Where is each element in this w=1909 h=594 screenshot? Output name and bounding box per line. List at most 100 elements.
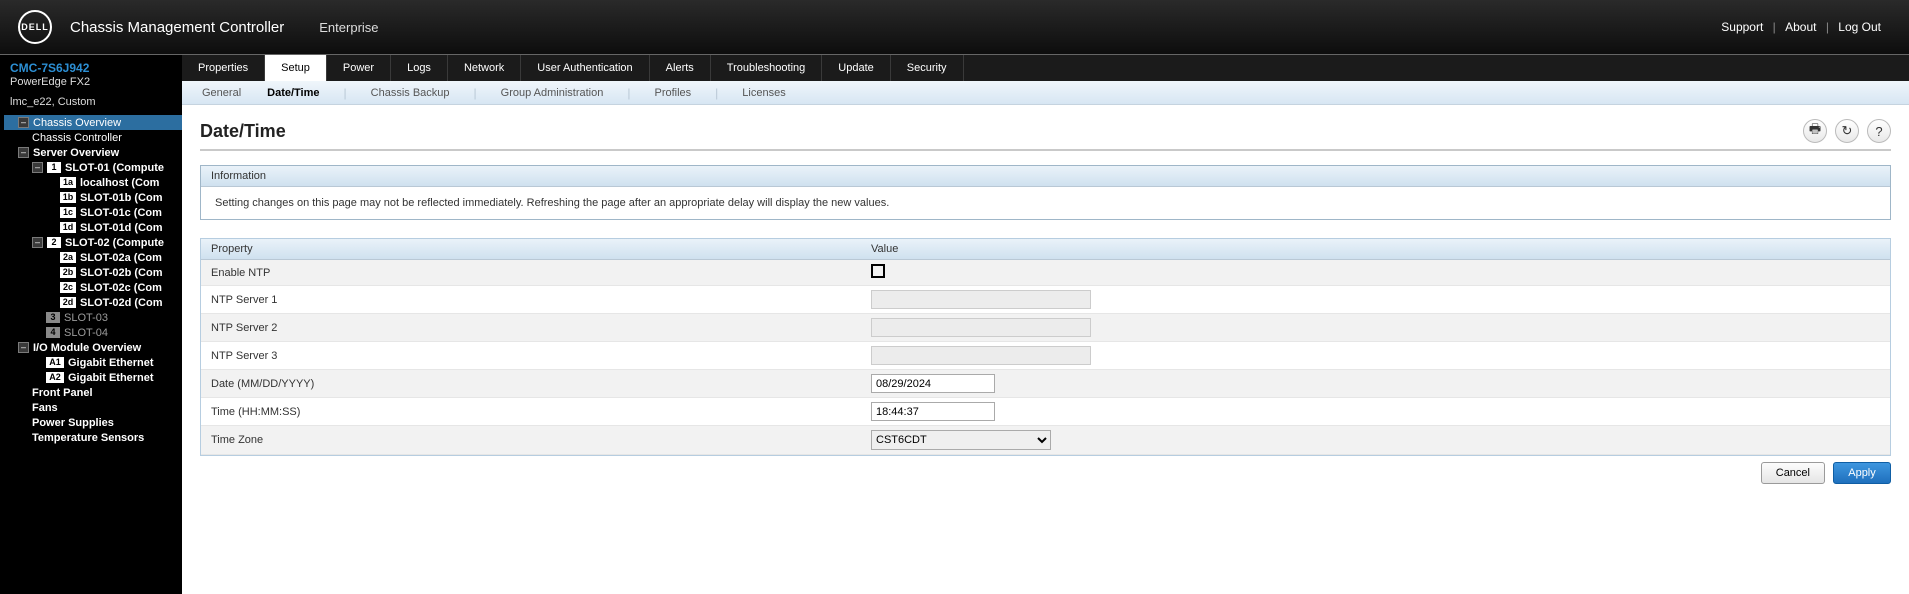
tree-slot-04[interactable]: 4SLOT-04 — [4, 325, 182, 340]
subslot-id: 2a — [60, 252, 76, 263]
io-id: A1 — [46, 357, 64, 368]
subslot-id: 2d — [60, 297, 76, 308]
subtab-chassis-backup[interactable]: Chassis Backup — [369, 87, 452, 99]
tab-alerts[interactable]: Alerts — [650, 55, 711, 81]
col-value: Value — [861, 239, 1890, 259]
system-model: PowerEdge FX2 — [0, 75, 182, 95]
tree-io-a2[interactable]: A2Gigabit Ethernet — [4, 370, 182, 385]
tree-label: Gigabit Ethernet — [68, 372, 154, 384]
apply-button[interactable]: Apply — [1833, 462, 1891, 484]
ntp-server-1-input[interactable] — [871, 290, 1091, 309]
slot-number: 2 — [47, 237, 61, 248]
row-timezone: Time Zone CST6CDT — [201, 426, 1890, 455]
subtab-general[interactable]: General — [200, 87, 243, 99]
tree-chassis-controller[interactable]: Chassis Controller — [4, 130, 182, 145]
subtab-datetime[interactable]: Date/Time — [265, 87, 321, 99]
tree-front-panel[interactable]: Front Panel — [4, 385, 182, 400]
help-button[interactable]: ? — [1867, 119, 1891, 143]
tree-temp-sensors[interactable]: Temperature Sensors — [4, 430, 182, 445]
tree-label: Gigabit Ethernet — [68, 357, 154, 369]
tree-label: SLOT-01c (Com — [80, 207, 162, 219]
tab-logs[interactable]: Logs — [391, 55, 448, 81]
about-link[interactable]: About — [1785, 20, 1816, 34]
tab-troubleshooting[interactable]: Troubleshooting — [711, 55, 822, 81]
tree-fans[interactable]: Fans — [4, 400, 182, 415]
system-name: lmc_e22, Custom — [0, 95, 182, 115]
collapse-icon[interactable]: – — [32, 237, 43, 248]
content-area: Date/Time 🖶 ↻ ? Information Setting chan… — [182, 105, 1909, 498]
tree-slot-01b[interactable]: 1bSLOT-01b (Com — [4, 190, 182, 205]
subtab-profiles[interactable]: Profiles — [652, 87, 693, 99]
nav-tree: – Chassis Overview Chassis Controller – … — [0, 115, 182, 445]
tab-network[interactable]: Network — [448, 55, 521, 81]
collapse-icon[interactable]: – — [18, 342, 29, 353]
ntp-server-3-input[interactable] — [871, 346, 1091, 365]
tab-update[interactable]: Update — [822, 55, 890, 81]
tree-label: SLOT-03 — [64, 312, 108, 324]
subslot-id: 1a — [60, 177, 76, 188]
tab-power[interactable]: Power — [327, 55, 391, 81]
tree-label: SLOT-02b (Com — [80, 267, 163, 279]
prop-label: Enable NTP — [201, 263, 861, 283]
tree-label: SLOT-01 (Compute — [65, 162, 164, 174]
tree-label: I/O Module Overview — [33, 342, 141, 354]
tree-label: Front Panel — [32, 387, 93, 399]
context-label: Enterprise — [319, 20, 378, 35]
date-input[interactable] — [871, 374, 995, 393]
tree-io-overview[interactable]: –I/O Module Overview — [4, 340, 182, 355]
ntp-server-2-input[interactable] — [871, 318, 1091, 337]
time-input[interactable] — [871, 402, 995, 421]
tab-user-auth[interactable]: User Authentication — [521, 55, 649, 81]
tree-slot-02b[interactable]: 2b SLOT-02b (Com — [4, 265, 182, 280]
enable-ntp-checkbox[interactable] — [871, 264, 885, 278]
tree-slot-02d[interactable]: 2d SLOT-02d (Com — [4, 295, 182, 310]
tree-label: SLOT-02d (Com — [80, 297, 163, 309]
dell-logo-icon: DELL — [18, 10, 52, 44]
subslot-id: 2b — [60, 267, 76, 278]
tree-label: localhost (Com — [80, 177, 159, 189]
tree-slot-01[interactable]: – 1 SLOT-01 (Compute — [4, 160, 182, 175]
tree-io-a1[interactable]: A1 Gigabit Ethernet — [4, 355, 182, 370]
tree-label: Fans — [32, 402, 58, 414]
row-ntp1: NTP Server 1 — [201, 286, 1890, 314]
prop-label: Time (HH:MM:SS) — [201, 402, 861, 422]
tree-slot-01c[interactable]: 1cSLOT-01c (Com — [4, 205, 182, 220]
tree-label: SLOT-01b (Com — [80, 192, 163, 204]
main-area: Properties Setup Power Logs Network User… — [182, 55, 1909, 594]
tab-properties[interactable]: Properties — [182, 55, 265, 81]
support-link[interactable]: Support — [1721, 20, 1763, 34]
tree-label: Server Overview — [33, 147, 119, 159]
row-enable-ntp: Enable NTP — [201, 260, 1890, 286]
app-title: Chassis Management Controller — [70, 19, 284, 36]
tree-slot-02c[interactable]: 2cSLOT-02c (Com — [4, 280, 182, 295]
subtab-licenses[interactable]: Licenses — [740, 87, 787, 99]
tree-chassis-overview[interactable]: – Chassis Overview — [4, 115, 182, 130]
cancel-button[interactable]: Cancel — [1761, 462, 1825, 484]
tab-security[interactable]: Security — [891, 55, 964, 81]
prop-label: NTP Server 2 — [201, 318, 861, 338]
timezone-select[interactable]: CST6CDT — [871, 430, 1051, 450]
collapse-icon[interactable]: – — [32, 162, 43, 173]
print-button[interactable]: 🖶 — [1803, 119, 1827, 143]
tree-label: SLOT-02c (Com — [80, 282, 162, 294]
tree-slot-02a[interactable]: 2a SLOT-02a (Com — [4, 250, 182, 265]
top-right-links: Support | About | Log Out — [1718, 20, 1884, 34]
slot-number: 3 — [46, 312, 60, 323]
tree-label: SLOT-02a (Com — [80, 252, 162, 264]
tree-slot-03[interactable]: 3 SLOT-03 — [4, 310, 182, 325]
primary-tabs: Properties Setup Power Logs Network User… — [182, 55, 1909, 81]
logout-link[interactable]: Log Out — [1838, 20, 1881, 34]
secondary-tabs: General Date/Time| Chassis Backup| Group… — [182, 81, 1909, 105]
refresh-button[interactable]: ↻ — [1835, 119, 1859, 143]
collapse-icon[interactable]: – — [18, 147, 29, 158]
tab-setup[interactable]: Setup — [265, 55, 327, 81]
subtab-group-admin[interactable]: Group Administration — [499, 87, 606, 99]
tree-power-supplies[interactable]: Power Supplies — [4, 415, 182, 430]
tree-slot-01a[interactable]: 1a localhost (Com — [4, 175, 182, 190]
col-property: Property — [201, 239, 861, 259]
tree-slot-01d[interactable]: 1dSLOT-01d (Com — [4, 220, 182, 235]
collapse-icon[interactable]: – — [18, 117, 29, 128]
tree-server-overview[interactable]: – Server Overview — [4, 145, 182, 160]
tree-label: Chassis Controller — [32, 132, 122, 144]
tree-slot-02[interactable]: – 2 SLOT-02 (Compute — [4, 235, 182, 250]
